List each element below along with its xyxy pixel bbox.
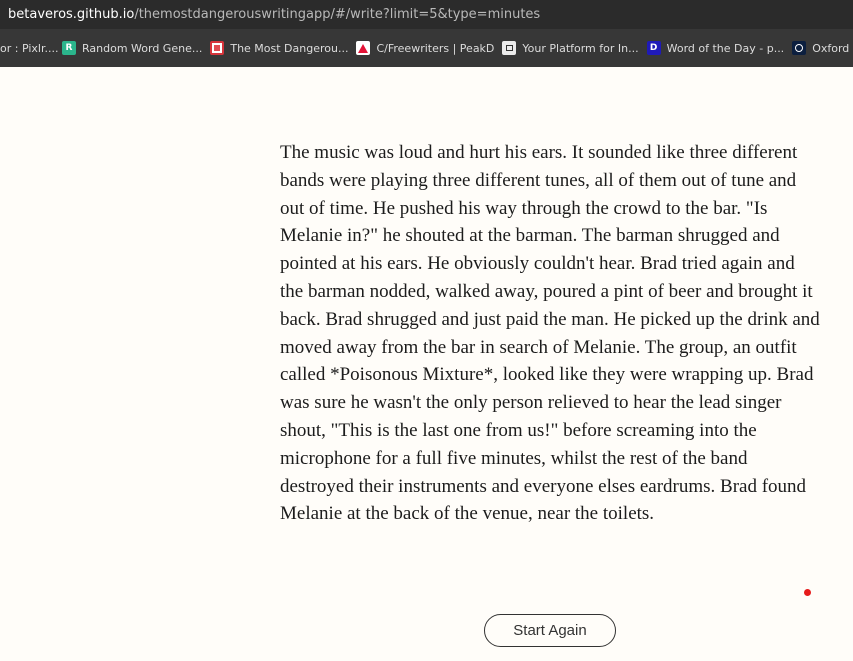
writing-text[interactable]: The music was loud and hurt his ears. It… [280,139,820,528]
bookmark-label: Oxford English D [812,41,853,55]
bookmark-oxford[interactable]: Oxford English D [792,35,853,61]
wotd-icon: D [646,41,661,55]
bookmark-platform[interactable]: Your Platform for In... [502,35,646,61]
mdwa-icon [210,41,225,55]
bookmark-label: Your Platform for In... [522,41,639,55]
bookmark-random-word[interactable]: R Random Word Gene... [56,35,210,61]
status-indicator-dot [804,589,811,596]
address-bar[interactable]: betaveros.github.io/themostdangerouswrit… [0,0,853,29]
bookmark-peakd[interactable]: C/Freewriters | PeakD [356,35,502,61]
bookmark-label: C/Freewriters | PeakD [376,41,495,55]
bookmark-pixlr[interactable]: or : Pixlr.... [0,35,59,61]
bookmark-label: Random Word Gene... [82,41,203,55]
bookmark-most-dangerous[interactable]: The Most Dangerou... [210,35,356,61]
url-path: /themostdangerouswritingapp/#/write?limi… [134,7,541,22]
bookmarks-bar: or : Pixlr.... R Random Word Gene... The… [0,29,853,67]
start-again-button[interactable]: Start Again [484,614,616,647]
bookmark-label: or : Pixlr.... [0,41,59,55]
bookmark-word-of-the-day[interactable]: D Word of the Day - p... [646,35,793,61]
url-host: betaveros.github.io [8,7,135,22]
peakd-icon [356,41,371,55]
platform-icon [502,41,517,55]
bookmark-label: Word of the Day - p... [666,41,785,55]
oed-icon [792,41,807,55]
bookmark-label: The Most Dangerou... [230,41,349,55]
random-word-icon: R [62,41,76,55]
